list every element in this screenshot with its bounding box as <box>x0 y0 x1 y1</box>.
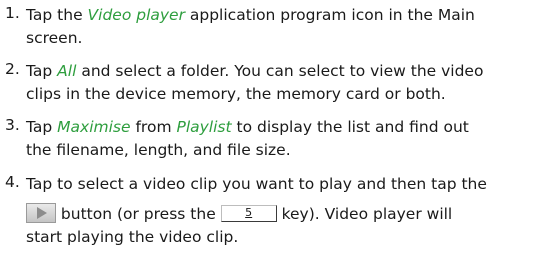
step-4-line-2: button (or press the 5 key). Video playe… <box>26 203 452 225</box>
step-number: 1. <box>5 4 20 22</box>
step-1-line-1: Tap the Video player application program… <box>26 6 475 24</box>
play-button-icon <box>26 203 56 223</box>
step-4-line-3: start playing the video clip. <box>26 228 239 246</box>
all-link[interactable]: All <box>57 62 76 80</box>
playlist-link[interactable]: Playlist <box>176 118 231 136</box>
play-triangle-icon <box>37 207 47 219</box>
step-3-line-2: the filename, length, and file size. <box>26 141 291 159</box>
step-1-line-2: screen. <box>26 29 83 47</box>
step-number: 4. <box>5 173 20 191</box>
video-player-link[interactable]: Video player <box>88 6 185 24</box>
step-3-line-1: Tap Maximise from Playlist to display th… <box>26 118 469 136</box>
step-4-line-1: Tap to select a video clip you want to p… <box>26 175 487 193</box>
step-number: 3. <box>5 116 20 134</box>
step-number: 2. <box>5 60 20 78</box>
step-2-line-2: clips in the device memory, the memory c… <box>26 85 446 103</box>
instruction-list: 1. Tap the Video player application prog… <box>0 0 539 261</box>
keypad-5-key-icon: 5 <box>220 205 277 222</box>
maximise-link[interactable]: Maximise <box>57 118 130 136</box>
step-2-line-1: Tap All and select a folder. You can sel… <box>26 62 484 80</box>
